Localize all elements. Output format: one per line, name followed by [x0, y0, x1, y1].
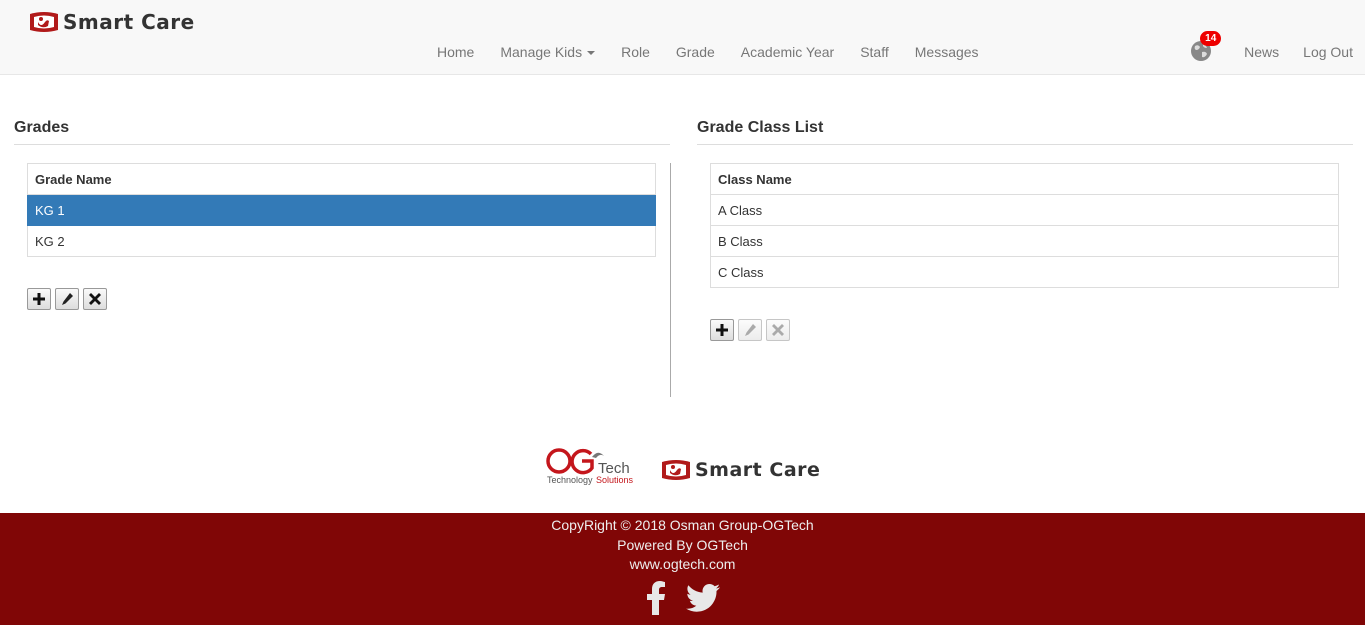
grades-title: Grades	[14, 119, 70, 136]
nav-messages[interactable]: Messages	[902, 41, 992, 63]
table-header-row: Class Name	[710, 163, 1339, 195]
main-nav: Home Manage Kids Role Grade Academic Yea…	[424, 41, 992, 63]
class-cell[interactable]: A Class	[710, 194, 1339, 226]
nav-grade[interactable]: Grade	[663, 41, 728, 63]
pencil-icon	[62, 293, 73, 305]
table-header-row: Grade Name	[27, 163, 656, 195]
grades-divider	[14, 144, 670, 145]
nav-news[interactable]: News	[1232, 41, 1291, 63]
table-row[interactable]: KG 2	[27, 225, 656, 257]
ogtech-logo: Tech Technology Solutions	[546, 448, 634, 485]
grade-cell[interactable]: KG 1	[27, 194, 656, 226]
navbar: Smart Care Home Manage Kids Role Grade A…	[0, 0, 1365, 75]
grade-class-list-title: Grade Class List	[697, 119, 824, 136]
table-row[interactable]: B Class	[710, 225, 1339, 257]
nav-manage-kids[interactable]: Manage Kids	[487, 41, 608, 63]
close-icon	[89, 293, 101, 305]
notification-badge: 14	[1200, 31, 1222, 46]
grade-name-header: Grade Name	[27, 163, 656, 195]
facebook-icon[interactable]	[646, 580, 666, 615]
table-row[interactable]: C Class	[710, 256, 1339, 288]
edit-class-button[interactable]	[738, 319, 762, 341]
twitter-icon[interactable]	[685, 581, 720, 615]
og-tagline-tech: Technology	[547, 475, 593, 485]
smart-care-logo-icon	[30, 12, 58, 32]
social-links	[0, 580, 1365, 615]
footer-smart-care-logo: Smart Care	[659, 458, 820, 482]
class-name-header: Class Name	[710, 163, 1339, 195]
nav-home[interactable]: Home	[424, 41, 487, 63]
classes-divider	[697, 144, 1353, 145]
grades-table: Grade Name KG 1 KG 2	[27, 163, 656, 257]
footer-logos: Tech Technology Solutions Smart Care	[546, 446, 820, 486]
og-tagline-solutions: Solutions	[596, 475, 634, 485]
website-link[interactable]: www.ogtech.com	[0, 555, 1365, 575]
plus-icon	[33, 293, 45, 305]
footer-brand-name: Smart Care	[695, 459, 821, 481]
caret-down-icon	[587, 51, 596, 56]
nav-academic-year[interactable]: Academic Year	[728, 41, 847, 63]
panel-separator	[670, 163, 671, 397]
classes-toolbar	[710, 319, 790, 341]
add-grade-button[interactable]	[27, 288, 51, 310]
nav-role[interactable]: Role	[608, 41, 663, 63]
brand-name: Smart Care	[63, 10, 195, 34]
grades-toolbar	[27, 288, 107, 310]
delete-grade-button[interactable]	[83, 288, 107, 310]
class-cell[interactable]: B Class	[710, 225, 1339, 257]
add-class-button[interactable]	[710, 319, 734, 341]
plus-icon	[716, 324, 728, 336]
nav-log-out[interactable]: Log Out	[1291, 41, 1365, 63]
smart-care-logo-icon	[662, 460, 690, 480]
close-icon	[772, 324, 784, 336]
table-row[interactable]: KG 1	[27, 194, 656, 226]
powered-by-text: Powered By OGTech	[617, 536, 748, 553]
table-row[interactable]: A Class	[710, 194, 1339, 226]
classes-table: Class Name A Class B Class C Class	[710, 163, 1339, 288]
grade-cell[interactable]: KG 2	[27, 225, 656, 257]
pencil-icon	[745, 324, 756, 336]
brand-logo[interactable]: Smart Care	[27, 8, 195, 36]
class-cell[interactable]: C Class	[710, 256, 1339, 288]
delete-class-button[interactable]	[766, 319, 790, 341]
nav-right: 14 News Log Out	[1190, 31, 1365, 63]
copyright-text: CopyRight © 2018 Osman Group-OGTech	[551, 517, 814, 533]
edit-grade-button[interactable]	[55, 288, 79, 310]
notifications-button[interactable]: 14	[1190, 31, 1222, 62]
nav-staff[interactable]: Staff	[847, 41, 902, 63]
nav-manage-kids-label: Manage Kids	[500, 44, 583, 60]
footer: CopyRight © 2018 Osman Group-OGTech Powe…	[0, 513, 1365, 625]
